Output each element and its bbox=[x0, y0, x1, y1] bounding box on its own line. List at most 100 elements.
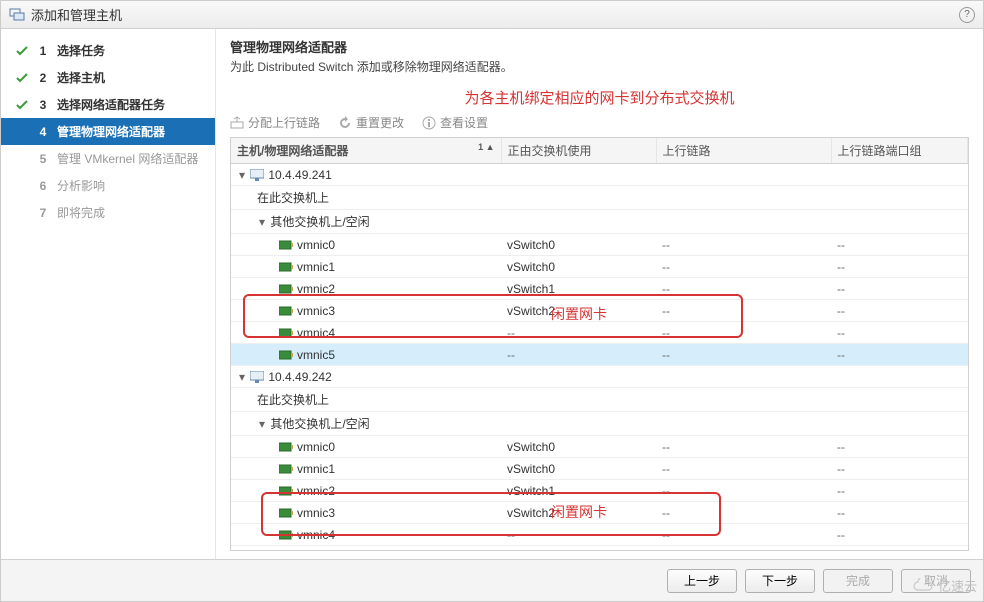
nic-row[interactable]: vmnic4------ bbox=[231, 322, 968, 344]
nic-uplink: -- bbox=[656, 436, 831, 458]
step-label: 即将完成 bbox=[57, 204, 205, 221]
reset-changes-label: 重置更改 bbox=[356, 114, 404, 131]
step-label: 分析影响 bbox=[57, 177, 205, 194]
nic-row[interactable]: vmnic1vSwitch0---- bbox=[231, 458, 968, 480]
nic-icon bbox=[279, 441, 293, 453]
grid-header-row: 主机/物理网络适配器 1 ▲ 正由交换机使用 上行链路 上行链路端口组 bbox=[231, 138, 968, 164]
nic-uplink: -- bbox=[656, 458, 831, 480]
wizard-footer: 上一步 下一步 完成 取消 bbox=[1, 559, 983, 601]
assign-uplink-label: 分配上行链路 bbox=[248, 114, 320, 131]
nic-name: vmnic0 bbox=[297, 238, 335, 252]
nic-icon bbox=[279, 463, 293, 475]
host-name: 10.4.49.241 bbox=[268, 168, 331, 182]
step-label: 选择任务 bbox=[57, 42, 205, 59]
nic-uplink: -- bbox=[656, 502, 831, 524]
nic-used: -- bbox=[501, 546, 656, 552]
collapse-icon[interactable]: ▾ bbox=[257, 215, 267, 229]
nic-group: -- bbox=[831, 300, 968, 322]
step-label: 管理 VMkernel 网络适配器 bbox=[57, 150, 205, 167]
nic-icon bbox=[279, 349, 293, 361]
host-row[interactable]: ▾ 10.4.49.241 bbox=[231, 164, 968, 186]
step-number: 2 bbox=[37, 71, 49, 85]
step-number: 6 bbox=[37, 179, 49, 193]
nic-uplink: -- bbox=[656, 256, 831, 278]
step-marker bbox=[15, 206, 29, 220]
collapse-icon[interactable]: ▾ bbox=[257, 417, 267, 431]
collapse-icon[interactable]: ▾ bbox=[237, 168, 247, 182]
wizard-step-2[interactable]: 2 选择主机 bbox=[1, 64, 215, 91]
assign-uplink-button[interactable]: 分配上行链路 bbox=[230, 114, 320, 131]
check-icon bbox=[15, 44, 29, 58]
nic-row[interactable]: vmnic1vSwitch0---- bbox=[231, 256, 968, 278]
nic-row[interactable]: vmnic0vSwitch0---- bbox=[231, 436, 968, 458]
nic-grid: 主机/物理网络适配器 1 ▲ 正由交换机使用 上行链路 上行链路端口组 ▾ 10… bbox=[231, 138, 968, 551]
nic-uplink: -- bbox=[656, 322, 831, 344]
other-idle-row[interactable]: ▾ 其他交换机上/空闲 bbox=[231, 412, 968, 436]
nic-name: vmnic3 bbox=[297, 304, 335, 318]
nic-uplink: -- bbox=[656, 546, 831, 552]
step-marker bbox=[15, 179, 29, 193]
host-name: 10.4.49.242 bbox=[268, 370, 331, 384]
nic-used: vSwitch0 bbox=[501, 436, 656, 458]
wizard-step-7: 7即将完成 bbox=[1, 199, 215, 226]
collapse-icon[interactable]: ▾ bbox=[237, 370, 247, 384]
nic-row[interactable]: vmnic2vSwitch1---- bbox=[231, 278, 968, 300]
page-heading: 管理物理网络适配器 bbox=[230, 37, 969, 56]
nic-uplink: -- bbox=[656, 234, 831, 256]
step-label: 选择主机 bbox=[57, 69, 205, 86]
nic-icon bbox=[279, 239, 293, 251]
on-this-switch-row: 在此交换机上 bbox=[231, 186, 968, 210]
nic-row[interactable]: vmnic3vSwitch2---- bbox=[231, 300, 968, 322]
wizard-step-4[interactable]: 4管理物理网络适配器 bbox=[1, 118, 215, 145]
wizard-step-6: 6 分析影响 bbox=[1, 172, 215, 199]
cancel-button: 取消 bbox=[901, 569, 971, 593]
hosts-icon bbox=[9, 7, 25, 23]
nic-used: vSwitch1 bbox=[501, 480, 656, 502]
nic-icon bbox=[279, 529, 293, 541]
nic-used: -- bbox=[501, 322, 656, 344]
on-this-switch-row: 在此交换机上 bbox=[231, 388, 968, 412]
nic-row[interactable]: vmnic4------ bbox=[231, 524, 968, 546]
nic-name: vmnic0 bbox=[297, 440, 335, 454]
page-subheading: 为此 Distributed Switch 添加或移除物理网络适配器。 bbox=[230, 58, 969, 75]
other-idle-row[interactable]: ▾ 其他交换机上/空闲 bbox=[231, 210, 968, 234]
nic-row[interactable]: vmnic5------ bbox=[231, 344, 968, 366]
nic-name: vmnic4 bbox=[297, 326, 335, 340]
nic-row[interactable]: vmnic2vSwitch1---- bbox=[231, 480, 968, 502]
annotation-bind-hosts: 为各主机绑定相应的网卡到分布式交换机 bbox=[230, 87, 969, 108]
col-uplink[interactable]: 上行链路 bbox=[656, 138, 831, 164]
window-title: 添加和管理主机 bbox=[31, 5, 959, 24]
wizard-step-1[interactable]: 1选择任务 bbox=[1, 37, 215, 64]
host-icon bbox=[250, 371, 264, 383]
nic-group: -- bbox=[831, 278, 968, 300]
nic-used: vSwitch2 bbox=[501, 300, 656, 322]
nic-used: vSwitch0 bbox=[501, 458, 656, 480]
nic-group: -- bbox=[831, 256, 968, 278]
nic-uplink: -- bbox=[656, 344, 831, 366]
check-icon bbox=[15, 71, 29, 85]
next-button[interactable]: 下一步 bbox=[745, 569, 815, 593]
back-button[interactable]: 上一步 bbox=[667, 569, 737, 593]
nic-group: -- bbox=[831, 234, 968, 256]
step-number: 5 bbox=[37, 152, 49, 166]
col-in-use[interactable]: 正由交换机使用 bbox=[501, 138, 656, 164]
wizard-window: 添加和管理主机 ? 1选择任务2选择主机3选择网络适配器任务4管理物理网络适配器… bbox=[0, 0, 984, 602]
nic-uplink: -- bbox=[656, 480, 831, 502]
wizard-step-3[interactable]: 3选择网络适配器任务 bbox=[1, 91, 215, 118]
nic-row[interactable]: vmnic0vSwitch0---- bbox=[231, 234, 968, 256]
reset-changes-button[interactable]: 重置更改 bbox=[338, 114, 404, 131]
nic-name: vmnic1 bbox=[297, 462, 335, 476]
nic-row[interactable]: vmnic5------ bbox=[231, 546, 968, 552]
nic-group: -- bbox=[831, 480, 968, 502]
col-host-nic[interactable]: 主机/物理网络适配器 1 ▲ bbox=[231, 138, 501, 164]
help-icon[interactable]: ? bbox=[959, 7, 975, 23]
reset-icon bbox=[338, 116, 352, 130]
step-number: 4 bbox=[37, 125, 49, 139]
view-settings-button[interactable]: 查看设置 bbox=[422, 114, 488, 131]
host-row[interactable]: ▾ 10.4.49.242 bbox=[231, 366, 968, 388]
col-uplink-group[interactable]: 上行链路端口组 bbox=[831, 138, 968, 164]
nic-group: -- bbox=[831, 524, 968, 546]
nic-row[interactable]: vmnic3vSwitch2---- bbox=[231, 502, 968, 524]
nic-icon bbox=[279, 327, 293, 339]
nic-name: vmnic3 bbox=[297, 506, 335, 520]
